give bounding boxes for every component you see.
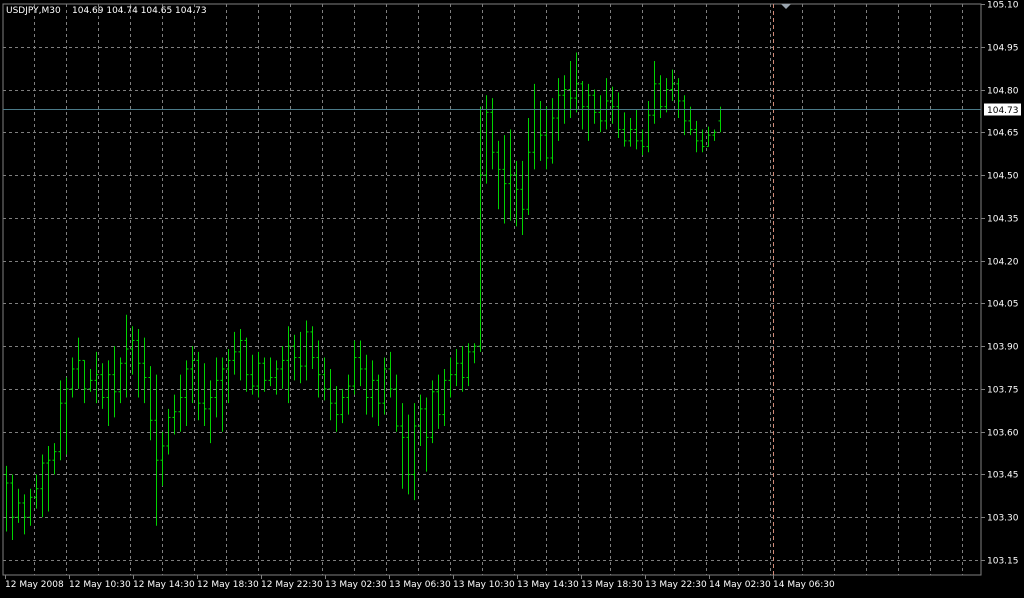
price-tick-label: 103.75 xyxy=(987,386,1019,396)
price-tick-label: 103.60 xyxy=(987,429,1019,439)
time-tick-label: 12 May 18:30 xyxy=(197,580,259,590)
current-price-label: 104.73 xyxy=(987,106,1019,116)
time-tick-label: 14 May 06:30 xyxy=(773,580,835,590)
price-tick-label: 105.10 xyxy=(987,1,1019,11)
chart-canvas[interactable]: 104.73 105.10 104.95 104.80 104.65 104.50 104… xyxy=(0,0,1024,594)
price-tick-label: 104.80 xyxy=(987,87,1019,97)
time-tick-label: 13 May 02:30 xyxy=(325,580,387,590)
chart-symbol-label: USDJPY,M30 xyxy=(6,6,61,16)
price-tick-label: 104.35 xyxy=(987,215,1019,225)
price-chart[interactable]: 104.73 105.10 104.95 104.80 104.65 104.50 104… xyxy=(0,0,1024,594)
price-tick-label: 103.15 xyxy=(987,557,1019,567)
price-tick-label: 104.05 xyxy=(987,300,1019,310)
chart-ohlc-label: 104.69 104.74 104.65 104.73 xyxy=(72,6,207,16)
time-tick-label: 12 May 22:30 xyxy=(261,580,323,590)
chart-background xyxy=(0,0,1024,594)
time-tick-label: 13 May 14:30 xyxy=(517,580,579,590)
time-tick-label: 12 May 10:30 xyxy=(69,580,131,590)
time-tick-label: 14 May 02:30 xyxy=(709,580,771,590)
price-tick-label: 104.50 xyxy=(987,172,1019,182)
time-tick-label: 13 May 10:30 xyxy=(453,580,515,590)
price-tick-label: 104.65 xyxy=(987,129,1019,139)
time-tick-label: 12 May 14:30 xyxy=(133,580,195,590)
time-tick-label: 13 May 18:30 xyxy=(581,580,643,590)
price-tick-label: 103.30 xyxy=(987,514,1019,524)
price-tick-label: 103.45 xyxy=(987,471,1019,481)
price-tick-label: 104.20 xyxy=(987,258,1019,268)
time-tick-label: 13 May 22:30 xyxy=(645,580,707,590)
price-tick-label: 103.90 xyxy=(987,343,1019,353)
time-tick-label: 13 May 06:30 xyxy=(389,580,451,590)
time-tick-label: 12 May 2008 xyxy=(5,580,64,590)
price-tick-label: 104.95 xyxy=(987,44,1019,54)
